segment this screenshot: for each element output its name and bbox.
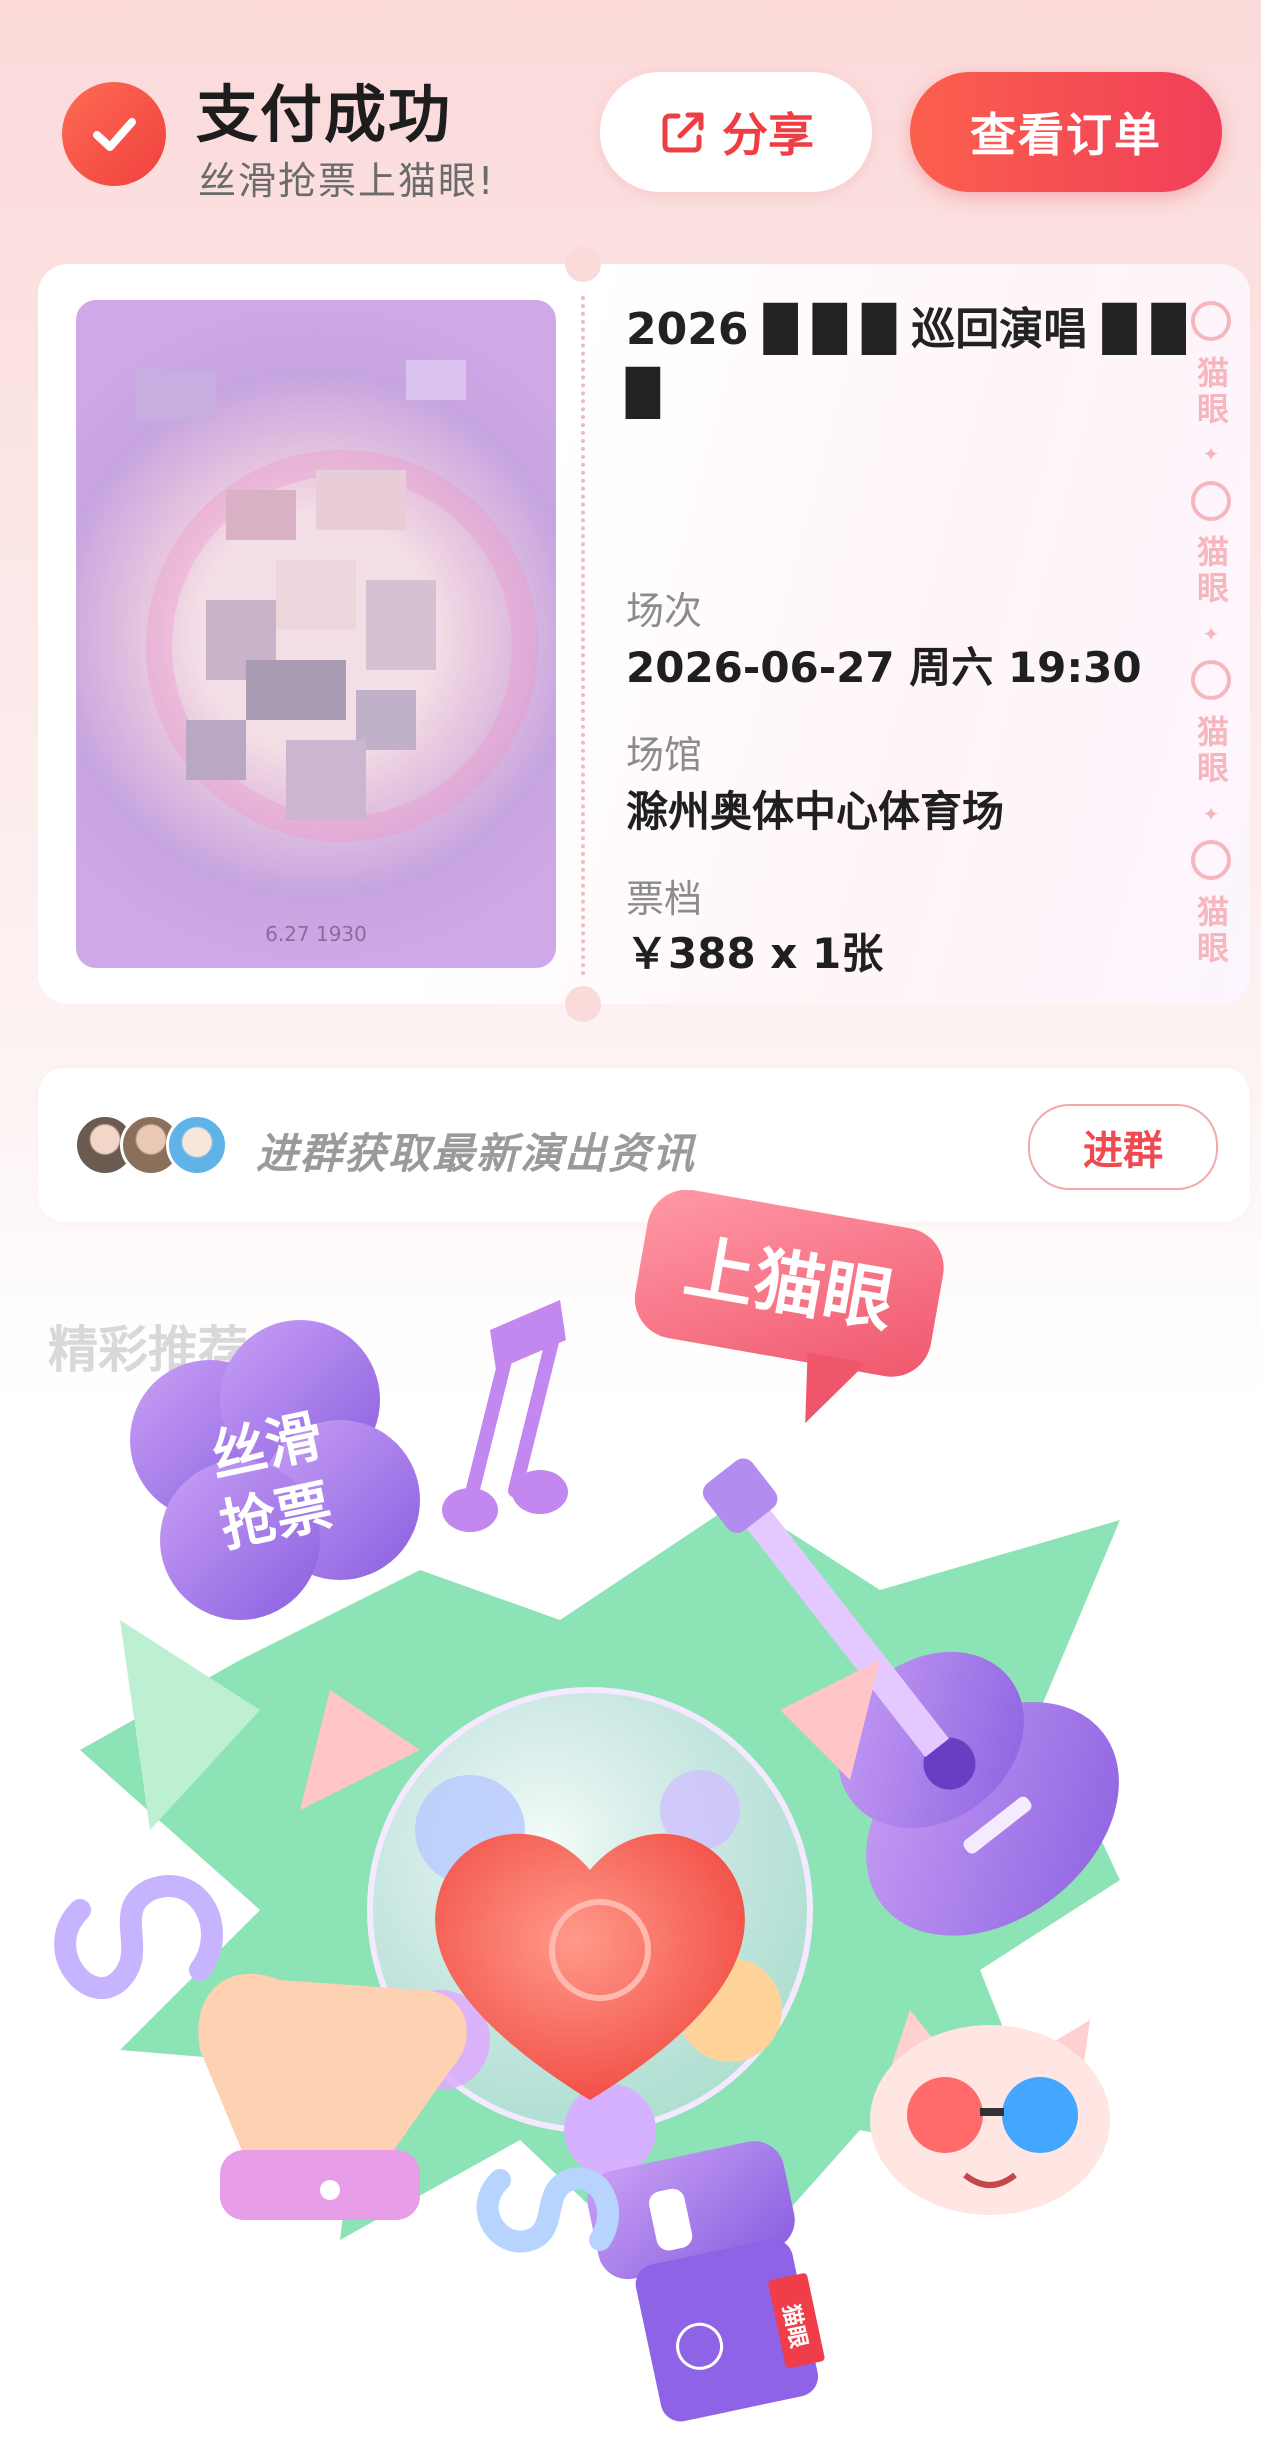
ticket-perforation [581,296,585,976]
poster-date-text: 6.27 1930 [265,922,367,946]
ticket-notch-bottom [565,986,601,1022]
side-stamp-text: 猫眼 [1192,714,1230,787]
maoyan-side-stamp: 猫眼 ✦ 猫眼 ✦ 猫眼 ✦ 猫眼 [1186,294,1236,974]
event-title: 2026 █ █ █ 巡回演唱 █ █ █ [626,304,1186,419]
side-stamp-text: 猫眼 [1192,535,1230,608]
venue-label: 场馆 [626,733,703,777]
session-value: 2026-06-27 周六 19:30 [626,643,1142,692]
price-label: 票档 [626,877,703,921]
cat-sunglasses-icon [870,2010,1110,2215]
side-stamp-text: 猫眼 [1192,355,1230,428]
speech-bubble-icon: 上猫眼 [634,1190,944,1424]
session-label: 场次 [626,589,703,633]
bottom-safe-area [0,2440,1261,2460]
avatar [166,1114,228,1176]
view-order-button[interactable]: 查看订单 [910,72,1222,192]
share-icon [662,112,704,153]
promo-illustration: 丝滑 抢票 上猫眼 猫眼 [54,1190,1120,2422]
event-poster-image[interactable]: 6.27 1930 [76,300,556,968]
share-button-label: 分享 [722,108,814,162]
price-value: ￥388 x 1张 [626,929,884,978]
cat-logo-icon [1191,660,1231,701]
page-subtitle: 丝滑抢票上猫眼! [198,159,496,203]
side-stamp-text: 猫眼 [1192,894,1230,967]
join-group-button[interactable]: 进群 [1028,1104,1218,1190]
ticket-notch-top [565,246,601,282]
cat-logo-icon [1191,301,1231,342]
venue-value: 滁州奥体中心体育场 [626,787,1005,836]
cloud-badge-icon: 丝滑 抢票 [130,1320,420,1620]
group-promo-text: 进群获取最新演出资讯 [256,1129,697,1178]
page-title: 支付成功 [196,78,453,151]
cat-logo-icon [1191,480,1231,521]
share-button[interactable]: 分享 [600,72,872,192]
success-check-icon [62,82,166,186]
cat-logo-icon [1191,840,1231,881]
music-note-icon [442,1300,568,1532]
